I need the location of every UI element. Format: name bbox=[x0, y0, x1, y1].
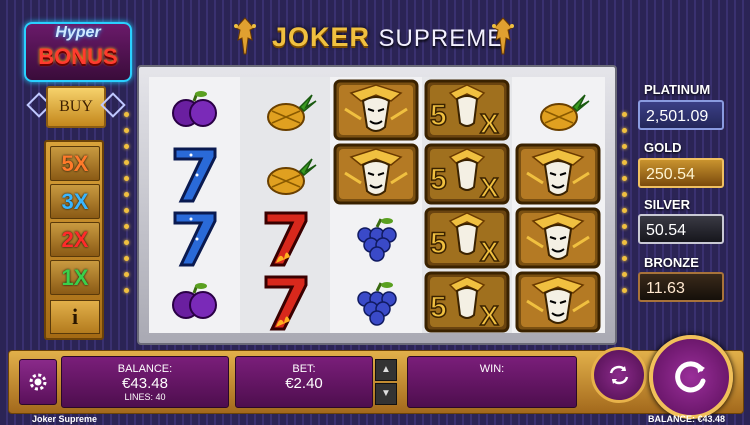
5x-symbol: 5X bbox=[424, 207, 510, 269]
spin-icon bbox=[675, 361, 706, 393]
joker-symbol bbox=[333, 143, 419, 205]
reel-2 bbox=[240, 77, 330, 333]
multiplier-3x: 3X bbox=[50, 184, 100, 219]
svg-text:X: X bbox=[480, 300, 499, 331]
plum-symbol bbox=[151, 79, 237, 141]
balance-panel: BALANCE: €43.48 LINES: 40 bbox=[61, 356, 229, 408]
seven-symbol bbox=[151, 207, 237, 269]
reel-frame: 5X5X5X5X bbox=[137, 65, 617, 345]
grapes-symbol bbox=[333, 207, 419, 269]
win-label: WIN: bbox=[479, 363, 505, 375]
silver-jackpot-value: 50.54 bbox=[638, 214, 724, 244]
settings-button[interactable] bbox=[19, 359, 57, 405]
bet-value: €2.40 bbox=[285, 375, 323, 392]
svg-text:X: X bbox=[480, 172, 499, 203]
footer-balance: BALANCE: €43.48 bbox=[648, 414, 726, 424]
multiplier-2x: 2X bbox=[50, 222, 100, 257]
footer-game-title: Joker Supreme bbox=[32, 414, 98, 424]
5x-symbol: 5X bbox=[424, 143, 510, 205]
joker-symbol bbox=[333, 79, 419, 141]
grapes-symbol bbox=[333, 271, 419, 333]
red-seven-symbol bbox=[242, 207, 328, 269]
reel-3 bbox=[331, 77, 421, 333]
control-bar: BALANCE: €43.48 LINES: 40 BET: €2.40 ▲ ▼… bbox=[8, 335, 744, 419]
5x-symbol: 5X bbox=[424, 271, 510, 333]
platinum-jackpot-value: 2,501.09 bbox=[638, 100, 724, 130]
svg-text:X: X bbox=[480, 108, 499, 139]
reel-1 bbox=[149, 77, 239, 333]
bonus-label: BONUS bbox=[38, 44, 118, 69]
bet-increase-button[interactable]: ▲ bbox=[375, 359, 397, 381]
joker-symbol bbox=[515, 143, 601, 205]
svg-text:5: 5 bbox=[430, 163, 447, 196]
bet-panel: BET: €2.40 bbox=[235, 356, 373, 408]
hyper-bonus-logo: Hyper BONUS bbox=[24, 22, 132, 82]
gold-label: GOLD bbox=[644, 140, 682, 155]
jester-icon bbox=[230, 14, 260, 58]
reel-5 bbox=[513, 77, 603, 333]
svg-text:5: 5 bbox=[430, 227, 447, 260]
lines-label: LINES: 40 bbox=[124, 392, 166, 402]
pineapple-symbol bbox=[242, 143, 328, 205]
bronze-jackpot-value: 11.63 bbox=[638, 272, 724, 302]
reel-4: 5X5X5X5X bbox=[422, 77, 512, 333]
balance-value: €43.48 bbox=[122, 375, 168, 392]
autoplay-button[interactable] bbox=[591, 347, 647, 403]
game-title: JOKER SUPREME bbox=[230, 14, 520, 58]
multiplier-ladder: 5X 3X 2X 1X i bbox=[44, 140, 104, 340]
pineapple-symbol bbox=[242, 79, 328, 141]
platinum-label: PLATINUM bbox=[644, 82, 711, 97]
red-seven-symbol bbox=[242, 271, 328, 333]
multiplier-1x: 1X bbox=[50, 260, 100, 295]
svg-text:5: 5 bbox=[430, 99, 447, 132]
buy-bonus-button[interactable]: BUY bbox=[46, 86, 106, 128]
title-text: JOKER SUPREME bbox=[272, 22, 505, 52]
pineapple-symbol bbox=[515, 79, 601, 141]
svg-text:X: X bbox=[480, 236, 499, 267]
jester-icon bbox=[488, 14, 518, 58]
plum-symbol bbox=[151, 271, 237, 333]
bet-label: BET: bbox=[292, 363, 316, 375]
silver-label: SILVER bbox=[644, 197, 690, 212]
gear-icon bbox=[29, 373, 47, 391]
5x-symbol: 5X bbox=[424, 79, 510, 141]
balance-label: BALANCE: bbox=[117, 363, 173, 375]
win-panel: WIN: bbox=[407, 356, 577, 408]
gold-jackpot-value: 250.54 bbox=[638, 158, 724, 188]
info-button[interactable]: i bbox=[50, 300, 100, 334]
bet-decrease-button[interactable]: ▼ bbox=[375, 383, 397, 405]
payline-dots-right bbox=[622, 112, 628, 304]
svg-text:5: 5 bbox=[430, 291, 447, 324]
hyper-label: Hyper bbox=[55, 24, 101, 41]
joker-symbol bbox=[515, 207, 601, 269]
reel-grid[interactable]: 5X5X5X5X bbox=[149, 77, 605, 333]
multiplier-5x: 5X bbox=[50, 146, 100, 181]
seven-symbol bbox=[151, 143, 237, 205]
autoplay-icon bbox=[609, 365, 629, 385]
joker-symbol bbox=[515, 271, 601, 333]
spin-button[interactable] bbox=[649, 335, 733, 419]
payline-dots-left bbox=[124, 112, 130, 304]
bronze-label: BRONZE bbox=[644, 255, 699, 270]
